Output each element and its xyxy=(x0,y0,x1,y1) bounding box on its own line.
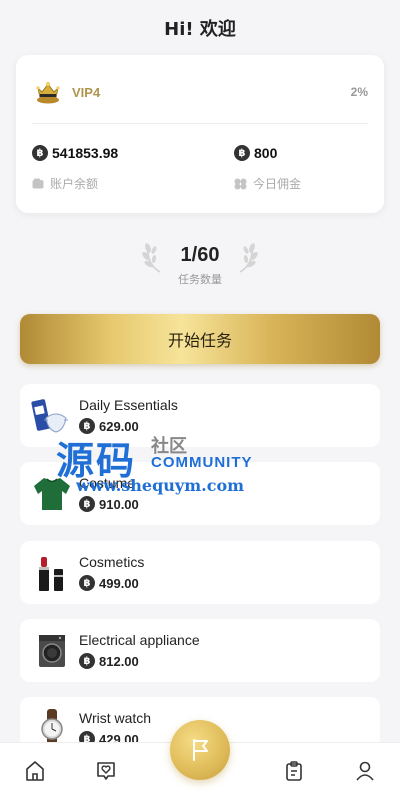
category-name: Cosmetics xyxy=(79,554,145,570)
category-price: 629.00 xyxy=(99,418,139,434)
vip-row: VIP4 2% xyxy=(34,77,368,107)
category-item[interactable]: Costume ฿ 910.00 xyxy=(20,462,380,525)
category-item[interactable]: Daily Essentials ฿ 629.00 xyxy=(20,384,380,447)
task-count: 1/60 任务数量 xyxy=(0,238,400,298)
coin-icon: ฿ xyxy=(234,145,250,161)
heart-chat-icon[interactable] xyxy=(92,757,120,785)
category-price: 910.00 xyxy=(99,496,139,512)
category-item[interactable]: Electrical appliance ฿ 812.00 xyxy=(20,619,380,682)
commission-stat: ฿ 800 今日佣金 xyxy=(234,145,301,192)
coin-icon: ฿ xyxy=(79,653,95,669)
task-count-value: 1/60 xyxy=(180,244,220,266)
daily-essentials-icon xyxy=(30,394,74,438)
vip-level: VIP4 xyxy=(72,84,101,100)
account-card: VIP4 2% ฿ 541853.98 账户余额 ฿ 800 今日佣金 xyxy=(16,55,384,213)
flag-icon[interactable] xyxy=(170,720,230,780)
wallet-icon xyxy=(32,178,44,189)
coin-icon: ฿ xyxy=(79,575,95,591)
category-item[interactable]: Cosmetics ฿ 499.00 xyxy=(20,541,380,604)
balance-value: 541853.98 xyxy=(52,145,119,161)
category-name: Electrical appliance xyxy=(79,632,200,648)
commission-label: 今日佣金 xyxy=(253,177,302,191)
vip-crown-icon xyxy=(34,78,62,106)
clipboard-icon[interactable] xyxy=(280,757,308,785)
washing-machine-icon xyxy=(30,629,74,673)
home-icon[interactable] xyxy=(21,757,49,785)
laurel-left-icon xyxy=(142,238,166,279)
commission-icon xyxy=(234,178,247,190)
commission-value: 800 xyxy=(254,145,278,161)
category-name: Daily Essentials xyxy=(79,397,178,413)
vip-progress-percent: 2% xyxy=(350,85,368,99)
category-price: 812.00 xyxy=(99,653,139,669)
coin-icon: ฿ xyxy=(79,418,95,434)
start-task-button[interactable]: 开始任务 xyxy=(20,314,380,364)
category-name: Costume xyxy=(79,475,136,491)
laurel-right-icon xyxy=(234,238,258,279)
page-title: Hi! 欢迎 xyxy=(164,18,236,40)
card-divider xyxy=(32,123,368,124)
page-header: Hi! 欢迎 xyxy=(0,0,400,55)
costume-sweater-icon xyxy=(30,472,74,516)
category-name: Wrist watch xyxy=(79,710,152,726)
task-count-label: 任务数量 xyxy=(178,273,222,286)
coin-icon: ฿ xyxy=(32,145,48,161)
cosmetics-lipstick-icon xyxy=(30,551,74,595)
balance-stat: ฿ 541853.98 账户余额 xyxy=(32,145,118,192)
coin-icon: ฿ xyxy=(79,496,95,512)
balance-label: 账户余额 xyxy=(50,177,99,191)
user-icon[interactable] xyxy=(351,757,379,785)
category-price: 499.00 xyxy=(99,575,139,591)
